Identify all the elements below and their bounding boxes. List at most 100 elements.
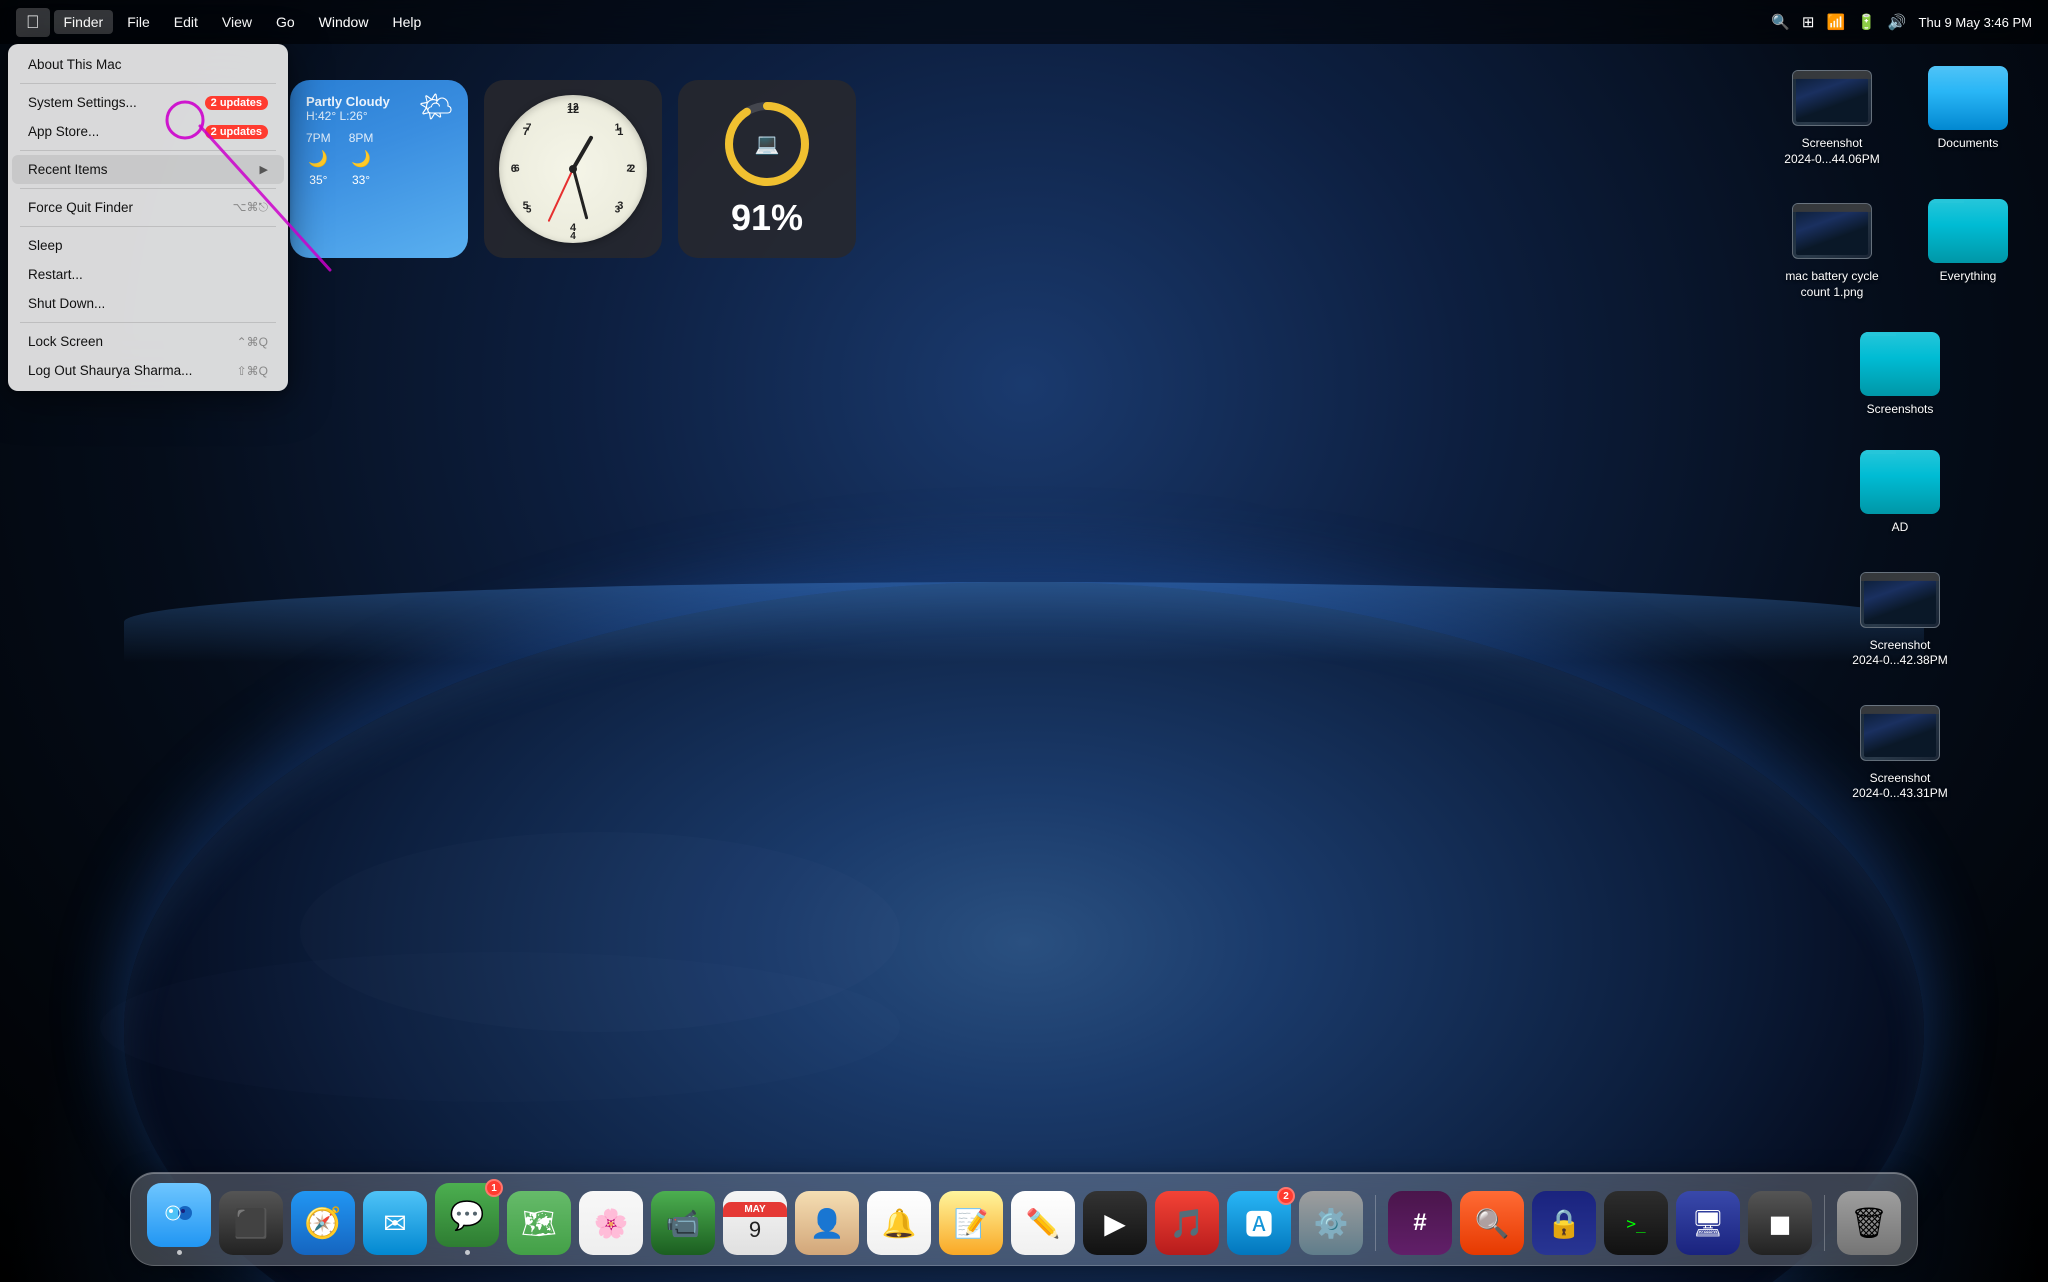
menubar-file[interactable]: File [117,10,160,34]
desktop-icon-screenshots[interactable]: Screenshots [1840,326,1960,424]
dock-finder[interactable] [147,1183,211,1255]
screenshot-thumb-1 [1792,66,1872,130]
webcam-icon[interactable]: ◼ [1748,1191,1812,1255]
mac-battery-label: mac battery cyclecount 1.png [1785,269,1878,300]
menu-item-app-store[interactable]: App Store... 2 updates [12,117,284,146]
menubar-go[interactable]: Go [266,10,305,34]
dock-webcam[interactable]: ◼ [1748,1191,1812,1255]
dock-browser[interactable]: 🔍 [1460,1191,1524,1255]
appstore-icon[interactable]: 🅰 2 [1227,1191,1291,1255]
menu-divider-1 [20,83,276,84]
dock-photos[interactable]: 🌸 [579,1191,643,1255]
messages-icon[interactable]: 💬 1 [435,1183,499,1247]
dock-screenconnect[interactable]: 🖥 [1676,1191,1740,1255]
menu-item-restart[interactable]: Restart... [12,260,284,289]
menubar-view[interactable]: View [212,10,262,34]
slack-icon[interactable]: # [1388,1191,1452,1255]
apple-dropdown-menu: About This Mac System Settings... 2 upda… [8,44,288,391]
dock-calendar[interactable]: MAY 9 [723,1191,787,1255]
datetime-display: Thu 9 May 3:46 PM [1919,15,2032,30]
dock-reminders[interactable]: 🔔 [867,1191,931,1255]
menubar-window[interactable]: Window [309,10,379,34]
dock-trash[interactable]: 🗑 [1837,1191,1901,1255]
app-store-badge: 2 updates [205,125,268,139]
photos-icon[interactable]: 🌸 [579,1191,643,1255]
menu-item-shutdown[interactable]: Shut Down... [12,289,284,318]
messages-badge: 1 [485,1179,503,1197]
iterm-icon[interactable]: >_ [1604,1191,1668,1255]
dock-notes[interactable]: 📝 [939,1191,1003,1255]
screenconnect-icon[interactable]: 🖥 [1676,1191,1740,1255]
appletv-icon[interactable]: ▶ [1083,1191,1147,1255]
control-center-icon[interactable]: ⊞ [1802,13,1815,31]
dock-appletv[interactable]: ▶ [1083,1191,1147,1255]
battery-menubar-icon[interactable]: 🔋 [1857,13,1876,31]
menu-divider-4 [20,226,276,227]
launchpad-icon[interactable]: ⬛ [219,1191,283,1255]
dock-system-prefs[interactable]: ⚙️ [1299,1191,1363,1255]
lock-screen-shortcut: ⌃⌘Q [237,335,268,349]
menubar-finder[interactable]: Finder [54,10,114,34]
dock-vpn[interactable]: 🔒 [1532,1191,1596,1255]
desktop-icon-ad[interactable]: AD [1840,444,1960,542]
menubar-edit[interactable]: Edit [164,10,208,34]
facetime-icon[interactable]: 📹 [651,1191,715,1255]
menubar-help[interactable]: Help [382,10,431,34]
dock-slack[interactable]: # [1388,1191,1452,1255]
wifi-icon[interactable]: 📶 [1826,13,1845,31]
music-icon[interactable]: 🎵 [1155,1191,1219,1255]
contacts-icon[interactable]: 👤 [795,1191,859,1255]
apple-menu-button[interactable]:  [16,8,50,37]
dock-appstore[interactable]: 🅰 2 [1227,1191,1291,1255]
screenshot-2-label: Screenshot2024-0...42.38PM [1852,638,1947,669]
menu-item-system-settings[interactable]: System Settings... 2 updates [12,88,284,117]
appstore-badge: 2 [1277,1187,1295,1205]
desktop-icon-screenshot-3[interactable]: Screenshot2024-0...43.31PM [1840,695,1960,808]
dock-iterm[interactable]: >_ [1604,1191,1668,1255]
freeform-icon[interactable]: ✏️ [1011,1191,1075,1255]
volume-icon[interactable]: 🔊 [1888,13,1907,31]
dock-freeform[interactable]: ✏️ [1011,1191,1075,1255]
notes-icon[interactable]: 📝 [939,1191,1003,1255]
dock-safari[interactable]: 🧭 [291,1191,355,1255]
menu-item-about[interactable]: About This Mac [12,50,284,79]
dock-contacts[interactable]: 👤 [795,1191,859,1255]
reminders-icon[interactable]: 🔔 [867,1191,931,1255]
dock-facetime[interactable]: 📹 [651,1191,715,1255]
desktop-icon-screenshot-file[interactable]: Screenshot2024-0...44.06PM [1772,60,1892,173]
system-prefs-icon[interactable]: ⚙️ [1299,1191,1363,1255]
menu-item-lock-screen[interactable]: Lock Screen ⌃⌘Q [12,327,284,356]
menu-item-logout[interactable]: Log Out Shaurya Sharma... ⇧⌘Q [12,356,284,385]
dock-mail[interactable]: ✉ [363,1191,427,1255]
finder-icon[interactable] [147,1183,211,1247]
clock-face: 12 1 2 3 4 5 6 7 12 1 2 3 4 5 6 7 [499,95,647,243]
weather-widget[interactable]: 🌤 Partly Cloudy H:42° L:26° 7PM 🌙 35° 8P… [290,80,468,258]
dock-launchpad[interactable]: ⬛ [219,1191,283,1255]
desktop-icon-everything[interactable]: Everything [1908,193,2028,291]
menu-item-force-quit[interactable]: Force Quit Finder ⌥⌘⎋ [12,193,284,222]
calendar-icon[interactable]: MAY 9 [723,1191,787,1255]
mail-icon[interactable]: ✉ [363,1191,427,1255]
weather-hourly: 7PM 🌙 35° 8PM 🌙 33° [306,131,452,187]
documents-folder-icon [1928,66,2008,130]
battery-percent-label: 91% [731,197,803,239]
battery-widget[interactable]: 💻 91% [678,80,856,258]
desktop-icon-mac-battery[interactable]: mac battery cyclecount 1.png [1772,193,1892,306]
clock-widget[interactable]: 12 1 2 3 4 5 6 7 12 1 2 3 4 5 6 7 [484,80,662,258]
maps-icon[interactable]: 🗺 [507,1191,571,1255]
dock-maps[interactable]: 🗺 [507,1191,571,1255]
vpn-icon[interactable]: 🔒 [1532,1191,1596,1255]
desktop-icon-screenshot-2[interactable]: Screenshot2024-0...42.38PM [1840,562,1960,675]
browser-icon[interactable]: 🔍 [1460,1191,1524,1255]
menu-item-recent-items[interactable]: Recent Items ▶ [12,155,284,184]
dock-music[interactable]: 🎵 [1155,1191,1219,1255]
menu-item-sleep[interactable]: Sleep [12,231,284,260]
second-hand [548,169,574,222]
force-quit-shortcut: ⌥⌘⎋ [233,200,268,215]
safari-icon[interactable]: 🧭 [291,1191,355,1255]
trash-icon[interactable]: 🗑 [1837,1191,1901,1255]
dock-messages[interactable]: 💬 1 [435,1183,499,1255]
spotlight-icon[interactable]: 🔍 [1771,13,1790,31]
desktop-icon-documents[interactable]: Documents [1908,60,2028,158]
screenshot-3-label: Screenshot2024-0...43.31PM [1852,771,1947,802]
